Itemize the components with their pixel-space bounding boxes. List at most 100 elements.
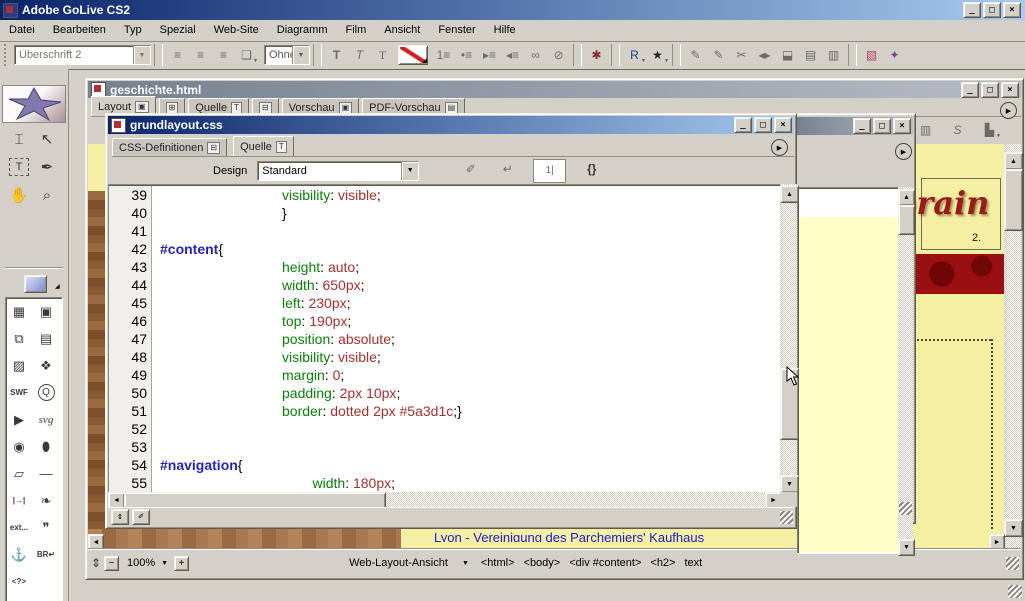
pencil-icon[interactable]: ✎ — [684, 45, 707, 65]
comment-icon[interactable]: ❞ — [33, 514, 59, 541]
menu-typ[interactable]: Typ — [115, 20, 151, 39]
app-close-icon[interactable]: × — [1003, 2, 1021, 18]
action-star-icon-dropdown-icon[interactable]: ▼ — [664, 58, 669, 64]
zoom-out-button[interactable]: − — [104, 555, 119, 571]
design-dropdown[interactable]: Standard ▼ — [257, 160, 420, 181]
indent-more-icon[interactable]: ▸≡ — [478, 45, 501, 65]
background-window-title-bar[interactable]: _ □ × — [797, 117, 913, 135]
document-vscrollbar[interactable]: ▲ ▼ — [1004, 144, 1023, 549]
code-line[interactable]: 41 — [109, 222, 781, 240]
menu-film[interactable]: Film — [337, 20, 376, 39]
format-none-dropdown[interactable]: Ohne ▼ — [264, 45, 310, 65]
scroll-up-icon[interactable]: ▲ — [780, 185, 799, 203]
link-icon[interactable]: ∞ — [524, 45, 547, 65]
background-window-flyout-icon[interactable]: ▶ — [895, 143, 912, 160]
breadcrumb-item[interactable]: text — [684, 557, 702, 569]
css-close-icon[interactable]: × — [774, 117, 792, 133]
code-line[interactable]: 49 margin: 0; — [109, 366, 781, 384]
doc-maximize-icon[interactable]: □ — [981, 81, 999, 98]
script-s-icon[interactable]: S — [946, 120, 969, 140]
menu-datei[interactable]: Datei — [0, 20, 44, 39]
code-line[interactable]: 39 visibility: visible; — [109, 186, 781, 204]
quicktime-icon[interactable]: Q — [33, 379, 59, 406]
mid-minimize-icon[interactable]: _ — [853, 118, 871, 134]
vscroll-thumb[interactable] — [1004, 169, 1023, 231]
image-editor-icon[interactable]: ▧ — [860, 45, 883, 65]
selection-arrow-tool[interactable]: ↖ — [34, 127, 60, 151]
code-line[interactable]: 53 — [109, 438, 781, 456]
line-numbers-icon[interactable]: 1| — [533, 158, 567, 183]
syntax-theme-icon[interactable]: ✐ — [459, 159, 482, 179]
code-line[interactable]: 45 left: 230px; — [109, 294, 781, 312]
text-color-icon[interactable]: ❏ ▼ — [235, 45, 258, 65]
image-icon[interactable]: ▨ — [6, 352, 32, 379]
view-mode-dropdown-icon[interactable]: ▼ — [462, 560, 469, 567]
breadcrumb-item[interactable]: <html> — [481, 557, 515, 569]
layout-textbox-icon[interactable]: ▣ — [33, 298, 59, 325]
mid-close-icon[interactable]: × — [893, 118, 911, 134]
plugin-icon[interactable]: ▱ — [6, 460, 32, 487]
code-line[interactable]: 40} — [109, 204, 781, 222]
text-color-icon-dropdown-icon[interactable]: ▼ — [253, 58, 258, 64]
italic-icon[interactable]: T — [348, 45, 371, 65]
code-line[interactable]: 55 width: 180px; — [109, 474, 781, 492]
braces-icon[interactable]: {} — [580, 159, 603, 179]
php-icon[interactable]: <?> — [6, 568, 32, 595]
zoom-in-button[interactable]: + — [174, 555, 190, 571]
zoom-dropdown-icon[interactable]: ▼ — [161, 560, 168, 567]
mid-maximize-icon[interactable]: □ — [873, 118, 891, 134]
code-line[interactable]: 46 top: 190px; — [109, 312, 781, 330]
code-line[interactable]: 43 height: auto; — [109, 258, 781, 276]
css-window-resize-grip[interactable] — [780, 510, 793, 524]
scroll-down-icon[interactable]: ▼ — [1004, 519, 1023, 537]
align-center-icon[interactable]: ≡ — [189, 45, 212, 65]
rollover-icon[interactable]: R ▼ — [623, 45, 646, 65]
menu-fenster[interactable]: Fenster — [429, 20, 484, 39]
smart-object-icon[interactable]: ❖ — [33, 352, 59, 379]
bridge-icon[interactable]: ✦ — [883, 45, 906, 65]
background-window-resize-grip[interactable] — [899, 502, 912, 515]
zoom-tool[interactable]: ⌕ — [34, 183, 60, 207]
doc-book-icon[interactable]: ▥ — [822, 45, 845, 65]
menu-hilfe[interactable]: Hilfe — [485, 20, 525, 39]
page-link-row[interactable]: Lyon - Vereinigung des Parchemiers' Kauf… — [434, 530, 1004, 542]
code-line[interactable]: 47 position: absolute; — [109, 330, 781, 348]
align-left-icon[interactable]: ≡ — [166, 45, 189, 65]
align-right-icon[interactable]: ≡ — [212, 45, 235, 65]
css-vscrollbar[interactable]: ▲ ▼ — [780, 184, 799, 493]
code-line[interactable]: 50 padding: 2px 10px; — [109, 384, 781, 402]
teletype-icon[interactable]: T — [371, 45, 394, 65]
app-minimize-icon[interactable]: _ — [963, 2, 981, 18]
action-star-icon[interactable]: ★ ▼ — [646, 45, 669, 65]
color-swatch-button[interactable]: ◢ — [398, 45, 428, 65]
java-bean-icon[interactable]: ⬮ — [33, 433, 59, 460]
menu-ansicht[interactable]: Ansicht — [375, 20, 429, 39]
text-field-icon[interactable]: ext... — [6, 514, 32, 541]
code-line[interactable]: 52 — [109, 420, 781, 438]
css-window-title-bar[interactable]: grundlayout.css _ □ × — [108, 116, 794, 134]
scroll-down-icon[interactable]: ▼ — [780, 475, 799, 493]
tab-marker-icon[interactable]: |→| — [6, 487, 32, 514]
view-mode-label[interactable]: Web-Layout-Ansicht — [349, 557, 448, 569]
anchor-icon[interactable]: ⚓ — [6, 541, 32, 568]
hand-tool[interactable]: ✋ — [6, 183, 32, 207]
doc-minimize-icon[interactable]: _ — [961, 81, 979, 98]
fit-zoom-icon[interactable]: ⇕ — [88, 553, 104, 573]
background-window-vscrollbar[interactable]: ▲ ▼ — [898, 187, 915, 556]
dropdown-arrow-icon[interactable]: ▼ — [401, 161, 419, 180]
pencil-plus-icon[interactable]: ✎ — [707, 45, 730, 65]
menu-bearbeiten[interactable]: Bearbeiten — [44, 20, 115, 39]
paragraph-style-dropdown[interactable]: Überschrift 2 ▼ — [14, 45, 151, 65]
object-selection-tool[interactable]: T — [9, 158, 29, 176]
scroll-up-icon[interactable]: ▲ — [898, 189, 915, 206]
css-hscrollbar[interactable]: ◄ ► — [108, 492, 782, 509]
code-line[interactable]: 48 visibility: visible; — [109, 348, 781, 366]
real-icon[interactable]: ▶ — [6, 406, 32, 433]
eyedropper-tool[interactable]: ✒ — [34, 155, 60, 179]
vscroll-thumb[interactable] — [898, 205, 915, 235]
split-source-icon[interactable]: ⇕ — [111, 509, 129, 525]
toolbar-grip[interactable] — [4, 44, 10, 66]
code-line[interactable]: 51 border: dotted 2px #5a3d1c;} — [109, 402, 781, 420]
dropdown-arrow-icon[interactable]: ▼ — [292, 46, 309, 64]
floating-box-icon[interactable]: ⧉ — [6, 325, 32, 352]
